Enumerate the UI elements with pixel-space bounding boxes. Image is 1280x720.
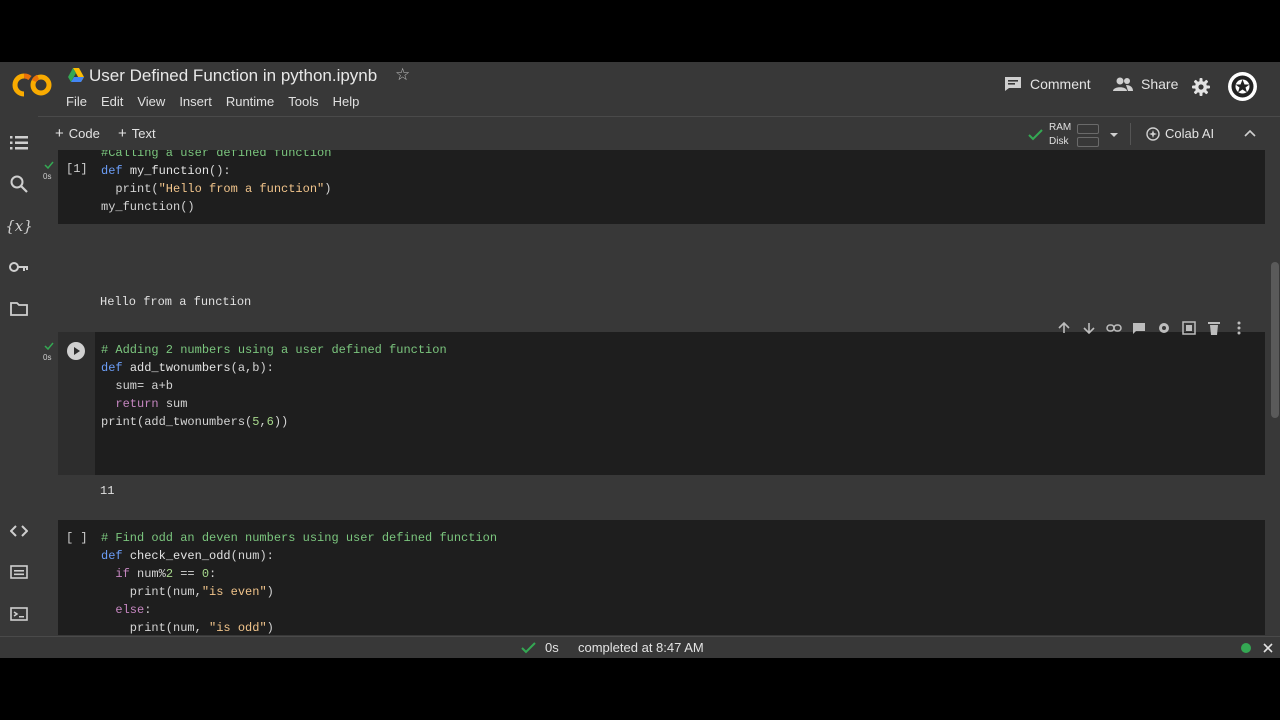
delete-icon[interactable] — [1206, 320, 1222, 336]
menu-tools[interactable]: Tools — [288, 94, 318, 109]
check-icon — [44, 161, 54, 169]
cell-output: 11 — [100, 484, 115, 498]
link-icon[interactable] — [1106, 320, 1122, 336]
add-code-label: Code — [68, 126, 100, 141]
sparkle-icon — [1146, 126, 1160, 141]
colab-app: User Defined Function in python.ipynb ☆ … — [0, 62, 1280, 658]
menu-view[interactable]: View — [137, 94, 165, 109]
execution-count: [1] — [66, 162, 88, 176]
code-line: # Adding 2 numbers using a user defined … — [101, 343, 447, 357]
ram-label: RAM — [1049, 122, 1072, 133]
notebook-toolbar: + Code + Text RAM Disk Colab AI — [38, 116, 1280, 150]
plus-icon: + — [55, 125, 64, 142]
code-line: def my_function(): — [101, 164, 231, 178]
code-line: def check_even_odd(num): — [101, 549, 274, 563]
code-editor[interactable]: #Calling a user defined function def my_f… — [101, 150, 331, 216]
menu-edit[interactable]: Edit — [101, 94, 123, 109]
chevron-up-icon[interactable] — [1244, 129, 1256, 137]
mirror-cell-icon[interactable] — [1181, 320, 1197, 336]
plus-icon: + — [118, 125, 127, 142]
comment-icon — [1005, 77, 1021, 91]
scrollbar-thumb[interactable] — [1271, 262, 1279, 418]
run-cell-button[interactable] — [67, 342, 85, 360]
header: User Defined Function in python.ipynb ☆ … — [0, 62, 1280, 116]
menu-insert[interactable]: Insert — [179, 94, 212, 109]
status-message: completed at 8:47 AM — [578, 640, 704, 655]
arrow-up-icon[interactable] — [1056, 320, 1072, 336]
notebook-title[interactable]: User Defined Function in python.ipynb — [89, 66, 377, 86]
star-icon[interactable]: ☆ — [395, 65, 410, 85]
gear-icon[interactable] — [1192, 78, 1210, 96]
code-line: print(num, "is odd") — [101, 621, 274, 635]
terminal-icon[interactable] — [9, 604, 29, 624]
colab-logo[interactable] — [12, 68, 54, 102]
colab-ai-label: Colab AI — [1165, 126, 1215, 141]
menu-help[interactable]: Help — [333, 94, 360, 109]
people-icon — [1113, 77, 1133, 91]
share-label: Share — [1141, 76, 1179, 92]
code-line: print(num,"is even") — [101, 585, 274, 599]
add-text-button[interactable]: + Text — [118, 126, 156, 141]
comment-icon[interactable] — [1131, 320, 1147, 336]
code-line: #Calling a user defined function — [101, 150, 332, 160]
arrow-down-icon[interactable] — [1081, 320, 1097, 336]
code-line: print("Hello from a function") — [101, 182, 332, 196]
divider — [1130, 123, 1131, 145]
google-drive-icon — [68, 68, 84, 82]
colab-ai-button[interactable]: Colab AI — [1146, 126, 1214, 141]
menu-runtime[interactable]: Runtime — [226, 94, 274, 109]
execution-count: [ ] — [66, 531, 88, 545]
menu-bar: File Edit View Insert Runtime Tools Help — [66, 94, 373, 109]
exec-time: 0s — [43, 172, 52, 181]
code-editor[interactable]: # Adding 2 numbers using a user defined … — [101, 341, 447, 431]
execution-duration: 0s — [545, 640, 559, 655]
cell-output: Hello from a function — [100, 295, 252, 309]
more-vert-icon[interactable] — [1231, 320, 1247, 336]
folder-icon[interactable] — [9, 299, 29, 319]
code-line: print(add_twonumbers(5,6)) — [101, 415, 289, 429]
check-icon — [521, 642, 536, 654]
key-icon[interactable] — [9, 257, 29, 277]
left-sidebar: {x} — [0, 116, 38, 658]
close-icon[interactable] — [1263, 643, 1273, 653]
scrollbar[interactable] — [1268, 150, 1280, 635]
exec-time: 0s — [43, 353, 52, 362]
code-snippets-icon[interactable] — [9, 521, 29, 541]
disk-bar — [1077, 136, 1100, 147]
status-bar: 0s completed at 8:47 AM — [0, 636, 1280, 658]
command-palette-icon[interactable] — [9, 562, 29, 582]
menu-file[interactable]: File — [66, 94, 87, 109]
code-line: def add_twonumbers(a,b): — [101, 361, 274, 375]
disk-label: Disk — [1049, 136, 1069, 147]
code-line: # Find odd an deven numbers using user d… — [101, 531, 498, 545]
notebook-area: 0s [1] #Calling a user defined function d… — [38, 150, 1268, 635]
check-icon — [44, 342, 54, 350]
avatar[interactable] — [1227, 71, 1258, 102]
check-icon — [1028, 129, 1043, 141]
add-text-label: Text — [131, 126, 156, 141]
code-line: my_function() — [101, 200, 195, 214]
comment-button[interactable]: Comment — [1004, 76, 1091, 92]
variables-icon[interactable]: {x} — [5, 216, 33, 236]
connected-indicator-icon — [1241, 643, 1251, 653]
code-line: if num%2 == 0: — [115, 567, 217, 581]
search-icon[interactable] — [9, 174, 29, 194]
code-line: return sum — [115, 397, 188, 411]
resource-monitor[interactable]: RAM Disk — [1028, 121, 1119, 149]
resource-bars — [1077, 123, 1100, 147]
ram-bar — [1077, 123, 1100, 134]
share-button[interactable]: Share — [1113, 76, 1178, 92]
add-code-button[interactable]: + Code — [55, 126, 100, 141]
code-editor[interactable]: # Find odd an deven numbers using user d… — [101, 529, 497, 635]
gear-icon[interactable] — [1156, 320, 1172, 336]
table-of-contents-icon[interactable] — [9, 133, 29, 153]
cell-toolbar — [1056, 320, 1247, 336]
chevron-down-icon[interactable] — [1109, 132, 1119, 138]
code-line: sum= a+b — [101, 379, 174, 393]
comment-label: Comment — [1030, 76, 1091, 92]
code-line: else: — [115, 603, 152, 617]
